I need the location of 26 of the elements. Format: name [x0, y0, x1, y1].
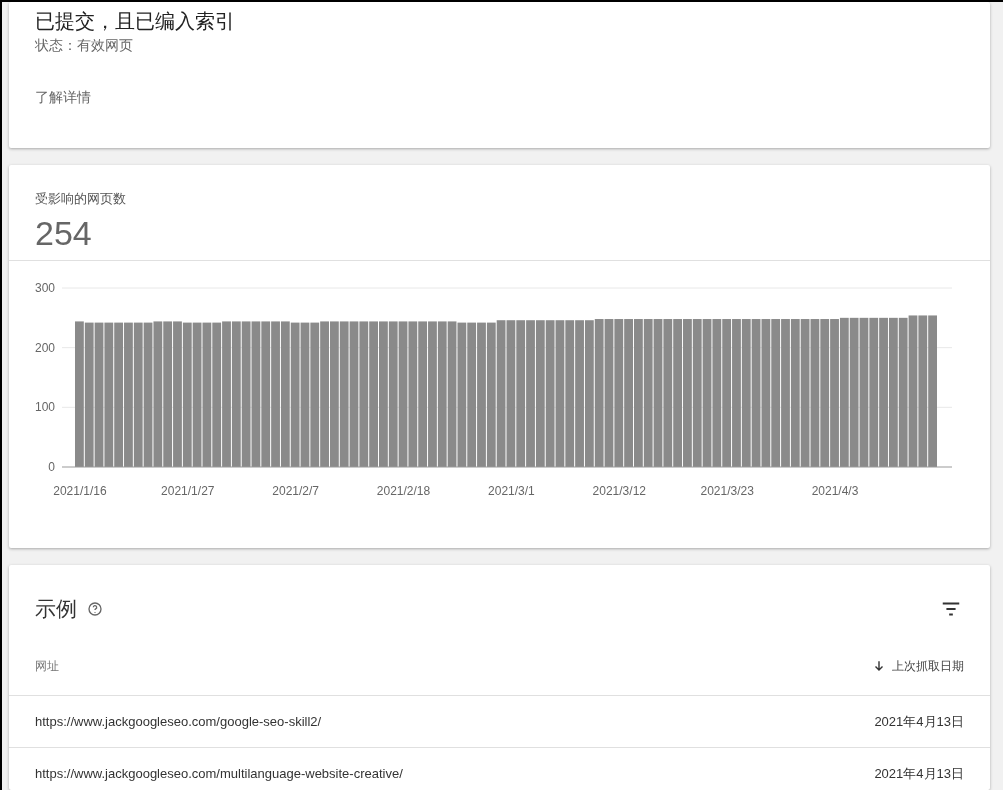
axis-label: 300: [34, 281, 55, 295]
axis-label: 2021/3/12: [592, 484, 646, 498]
page-count: 254: [35, 214, 93, 253]
axis-label: 2021/3/1: [488, 484, 535, 498]
axis-label: 0: [48, 460, 55, 474]
axis-label: 2021/1/27: [161, 484, 215, 498]
axis-label: 200: [34, 340, 55, 355]
url-cell[interactable]: https://www.jackgoogleseo.com/google-seo-skill2/: [35, 714, 322, 729]
axis-label: 2021/2/7: [272, 484, 320, 498]
column-header[interactable]: 上次抓取日期: [872, 657, 964, 675]
help-icon[interactable]: [87, 601, 103, 617]
section-title: 示例: [35, 596, 77, 622]
learn-more-link[interactable]: 了解详情: [35, 89, 91, 107]
status-title: 已提交，且已编入索引: [35, 9, 235, 34]
axis-label: 2021/1/16: [53, 484, 107, 498]
axis-label: 100: [34, 400, 55, 415]
sort-arrow-icon: [872, 659, 886, 673]
column-header[interactable]: 网址: [35, 657, 59, 675]
date-cell: 2021年4月13日: [874, 712, 964, 731]
axis-label: 2021/3/23: [700, 484, 754, 498]
metric-label: 受影响的网页数: [35, 190, 126, 208]
status-text: 状态：有效网页: [35, 37, 134, 55]
axis-label: 2021/4/3: [811, 484, 859, 498]
date-cell: 2021年4月13日: [874, 764, 964, 783]
url-cell[interactable]: https://www.jackgoogleseo.com/multilanguage-website-creative/: [35, 766, 403, 781]
axis-label: 2021/2/18: [376, 484, 431, 498]
